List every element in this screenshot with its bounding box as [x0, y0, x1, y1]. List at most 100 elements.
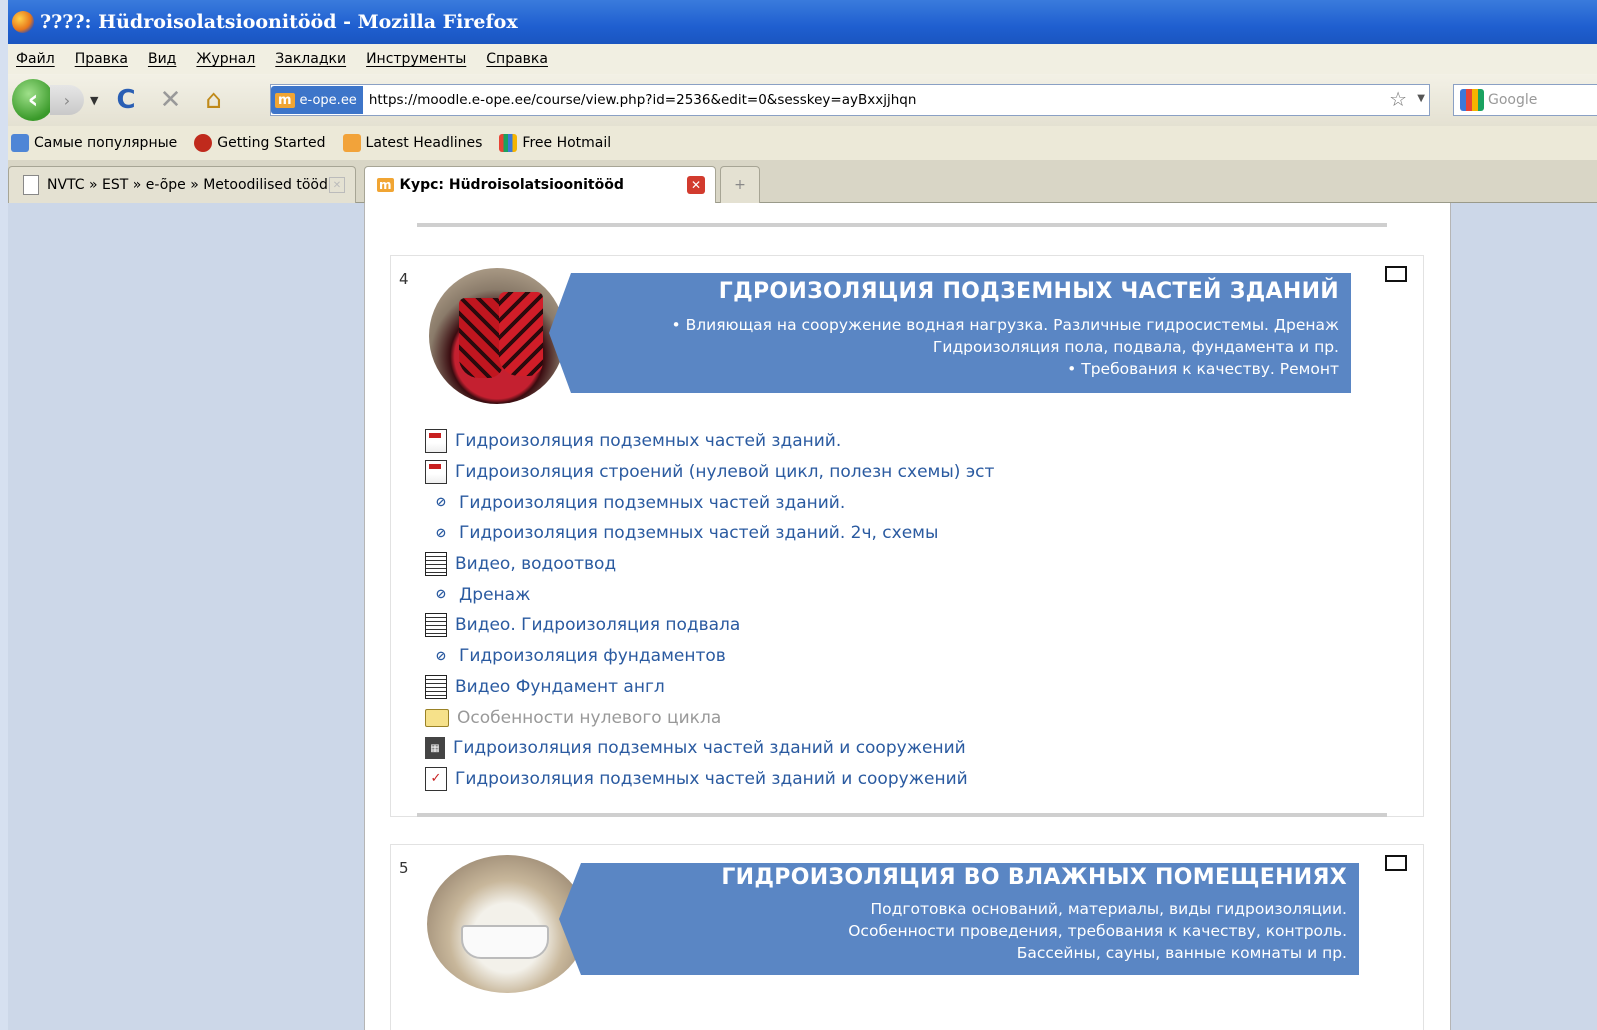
resource-link[interactable]: ⊘ Дренаж	[425, 579, 994, 610]
bathtub-shape	[461, 925, 549, 959]
banner-line: • Влияющая на сооружение водная нагрузка…	[671, 316, 1339, 334]
quiz-link[interactable]: ✓ Гидроизоляция подземных частей зданий и…	[425, 764, 994, 795]
menu-help[interactable]: Справка	[486, 51, 548, 67]
bookmark-latest-headlines[interactable]: Latest Headlines	[340, 134, 482, 152]
resource-link[interactable]: ⊘ Гидроизоляция подземных частей зданий. …	[425, 518, 994, 549]
forward-arrow-icon: ›	[63, 90, 71, 110]
menu-bar: Файл Правка Вид Журнал Закладки Инструме…	[8, 44, 1597, 74]
window-title: ????: Hüdroisolatsioonitööd - Mozilla Fi…	[40, 11, 518, 33]
bookmark-most-visited[interactable]: Самые популярные	[8, 134, 177, 152]
page-viewport: 4 ГДРОИЗОЛЯЦИЯ ПОДЗЕМНЫХ ЧАСТЕЙ ЗДАНИЙ •…	[8, 203, 1597, 1030]
section-banner: ГДРОИЗОЛЯЦИЯ ПОДЗЕМНЫХ ЧАСТЕЙ ЗДАНИЙ • В…	[549, 273, 1351, 393]
address-bar[interactable]: m e-ope.ee https://moodle.e-ope.ee/cours…	[270, 84, 1430, 116]
menu-tools[interactable]: Инструменты	[366, 51, 466, 67]
url-text[interactable]: https://moodle.e-ope.ee/course/view.php?…	[369, 92, 917, 108]
home-icon[interactable]: ⌂	[205, 85, 222, 115]
bookmark-star-icon[interactable]: ☆	[1389, 87, 1407, 111]
resource-link[interactable]: Гидроизоляция подземных частей зданий.	[425, 426, 994, 457]
navigation-toolbar: ‹ › ▼ C ✕ ⌂ m e-ope.ee https://moodle.e-…	[8, 74, 1597, 126]
tab-label: NVTC » EST » e-õpe » Metoodilised tööd	[47, 177, 328, 193]
banner-line: • Требования к качеству. Ремонт	[1067, 360, 1339, 378]
book-link[interactable]: ▦ Гидроизоляция подземных частей зданий и…	[425, 733, 994, 764]
plus-icon: +	[734, 177, 746, 193]
menu-edit[interactable]: Правка	[75, 51, 128, 67]
menu-history[interactable]: Журнал	[196, 51, 255, 67]
quiz-icon: ✓	[425, 766, 447, 791]
section-toggle-icon[interactable]	[1385, 266, 1407, 282]
moodle-icon: m	[275, 92, 295, 108]
course-page: 4 ГДРОИЗОЛЯЦИЯ ПОДЗЕМНЫХ ЧАСТЕЙ ЗДАНИЙ •…	[364, 203, 1451, 1030]
window-titlebar: ????: Hüdroisolatsioonitööd - Mozilla Fi…	[8, 0, 1597, 44]
new-tab-button[interactable]: +	[720, 166, 760, 203]
site-identity-label: e-ope.ee	[299, 92, 357, 108]
firefox-icon	[12, 11, 34, 33]
tab-course[interactable]: m Курс: Hüdroisolatsioonitööd ✕	[364, 166, 716, 203]
resource-link[interactable]: Видео Фундамент англ	[425, 672, 994, 703]
section-divider	[417, 223, 1387, 227]
window-frame	[0, 0, 8, 1030]
course-section-4: 4 ГДРОИЗОЛЯЦИЯ ПОДЗЕМНЫХ ЧАСТЕЙ ЗДАНИЙ •…	[390, 255, 1424, 817]
section-banner: ГИДРОИЗОЛЯЦИЯ ВО ВЛАЖНЫХ ПОМЕЩЕНИЯХ Подг…	[559, 863, 1359, 975]
site-identity-button[interactable]: m e-ope.ee	[271, 86, 363, 114]
banner-title: ГДРОИЗОЛЯЦИЯ ПОДЗЕМНЫХ ЧАСТЕЙ ЗДАНИЙ	[718, 279, 1339, 304]
back-button[interactable]: ‹	[12, 79, 54, 121]
pdf-icon	[425, 460, 447, 485]
banner-line: Особенности проведения, требования к кач…	[848, 922, 1347, 940]
bookmarks-toolbar: Самые популярные Getting Started Latest …	[8, 126, 1597, 160]
search-box[interactable]: Google	[1453, 84, 1597, 116]
banner-line: Подготовка оснований, материалы, виды ги…	[870, 900, 1347, 918]
google-icon[interactable]	[1460, 89, 1484, 111]
url-dropdown-icon[interactable]: ▼	[1417, 93, 1425, 104]
rss-icon	[342, 134, 361, 152]
search-placeholder: Google	[1488, 92, 1538, 108]
page-icon	[425, 674, 447, 699]
back-arrow-icon: ‹	[27, 85, 39, 115]
stop-icon[interactable]: ✕	[160, 85, 182, 115]
section-toggle-icon[interactable]	[1385, 855, 1407, 871]
menu-bookmarks[interactable]: Закладки	[275, 51, 346, 67]
windows-icon	[499, 134, 518, 152]
tab-metoodilised[interactable]: NVTC » EST » e-õpe » Metoodilised tööd ✕	[8, 166, 356, 203]
course-section-5: 5 ГИДРОИЗОЛЯЦИЯ ВО ВЛАЖНЫХ ПОМЕЩЕНИЯХ По…	[390, 844, 1424, 1030]
menu-file[interactable]: Файл	[16, 51, 55, 67]
moodle-tab-icon: m	[377, 178, 394, 192]
resource-link[interactable]: Видео. Гидроизоляция подвала	[425, 610, 994, 641]
bookmark-getting-started[interactable]: Getting Started	[191, 134, 326, 152]
tab-bar: NVTC » EST » e-õpe » Metoodilised tööd ✕…	[8, 160, 1597, 203]
menu-view[interactable]: Вид	[148, 51, 176, 67]
boot-shape	[459, 298, 503, 378]
section-divider	[417, 813, 1387, 817]
page-icon	[23, 175, 39, 195]
resource-list: Гидроизоляция подземных частей зданий. Г…	[425, 426, 994, 794]
banner-title: ГИДРОИЗОЛЯЦИЯ ВО ВЛАЖНЫХ ПОМЕЩЕНИЯХ	[721, 865, 1347, 890]
getting-started-icon	[194, 134, 213, 152]
banner-line: Гидроизоляция пола, подвала, фундамента …	[932, 338, 1339, 356]
history-dropdown-icon[interactable]: ▼	[90, 94, 98, 107]
url-icon: ⊘	[435, 648, 447, 664]
resource-link[interactable]: ⊘ Гидроизоляция подземных частей зданий.	[425, 487, 994, 518]
bookmark-free-hotmail[interactable]: Free Hotmail	[496, 134, 611, 152]
book-icon: ▦	[425, 737, 445, 760]
close-tab-icon[interactable]: ✕	[687, 176, 705, 194]
forward-button[interactable]: ›	[50, 85, 84, 115]
boot-shape	[499, 292, 543, 376]
resource-link[interactable]: Видео, водоотвод	[425, 549, 994, 580]
reload-icon[interactable]: C	[116, 85, 135, 115]
folder-link[interactable]: Особенности нулевого цикла	[425, 702, 994, 733]
folder-icon	[425, 708, 449, 727]
resource-link[interactable]: ⊘ Гидроизоляция фундаментов	[425, 641, 994, 672]
resource-link[interactable]: Гидроизоляция строений (нулевой цикл, по…	[425, 457, 994, 488]
page-icon	[425, 613, 447, 638]
section-number: 5	[399, 859, 409, 877]
banner-line: Бассейны, сауны, ванные комнаты и пр.	[1016, 944, 1347, 962]
url-icon: ⊘	[435, 525, 447, 541]
pdf-icon	[425, 429, 447, 454]
url-icon: ⊘	[435, 587, 447, 603]
section-number: 4	[399, 270, 409, 288]
page-icon	[425, 552, 447, 577]
close-tab-icon[interactable]: ✕	[329, 177, 345, 193]
most-visited-icon	[11, 134, 29, 152]
rain-boots-image	[429, 268, 565, 404]
tab-label: Курс: Hüdroisolatsioonitööd	[399, 177, 624, 193]
url-icon: ⊘	[435, 495, 447, 511]
